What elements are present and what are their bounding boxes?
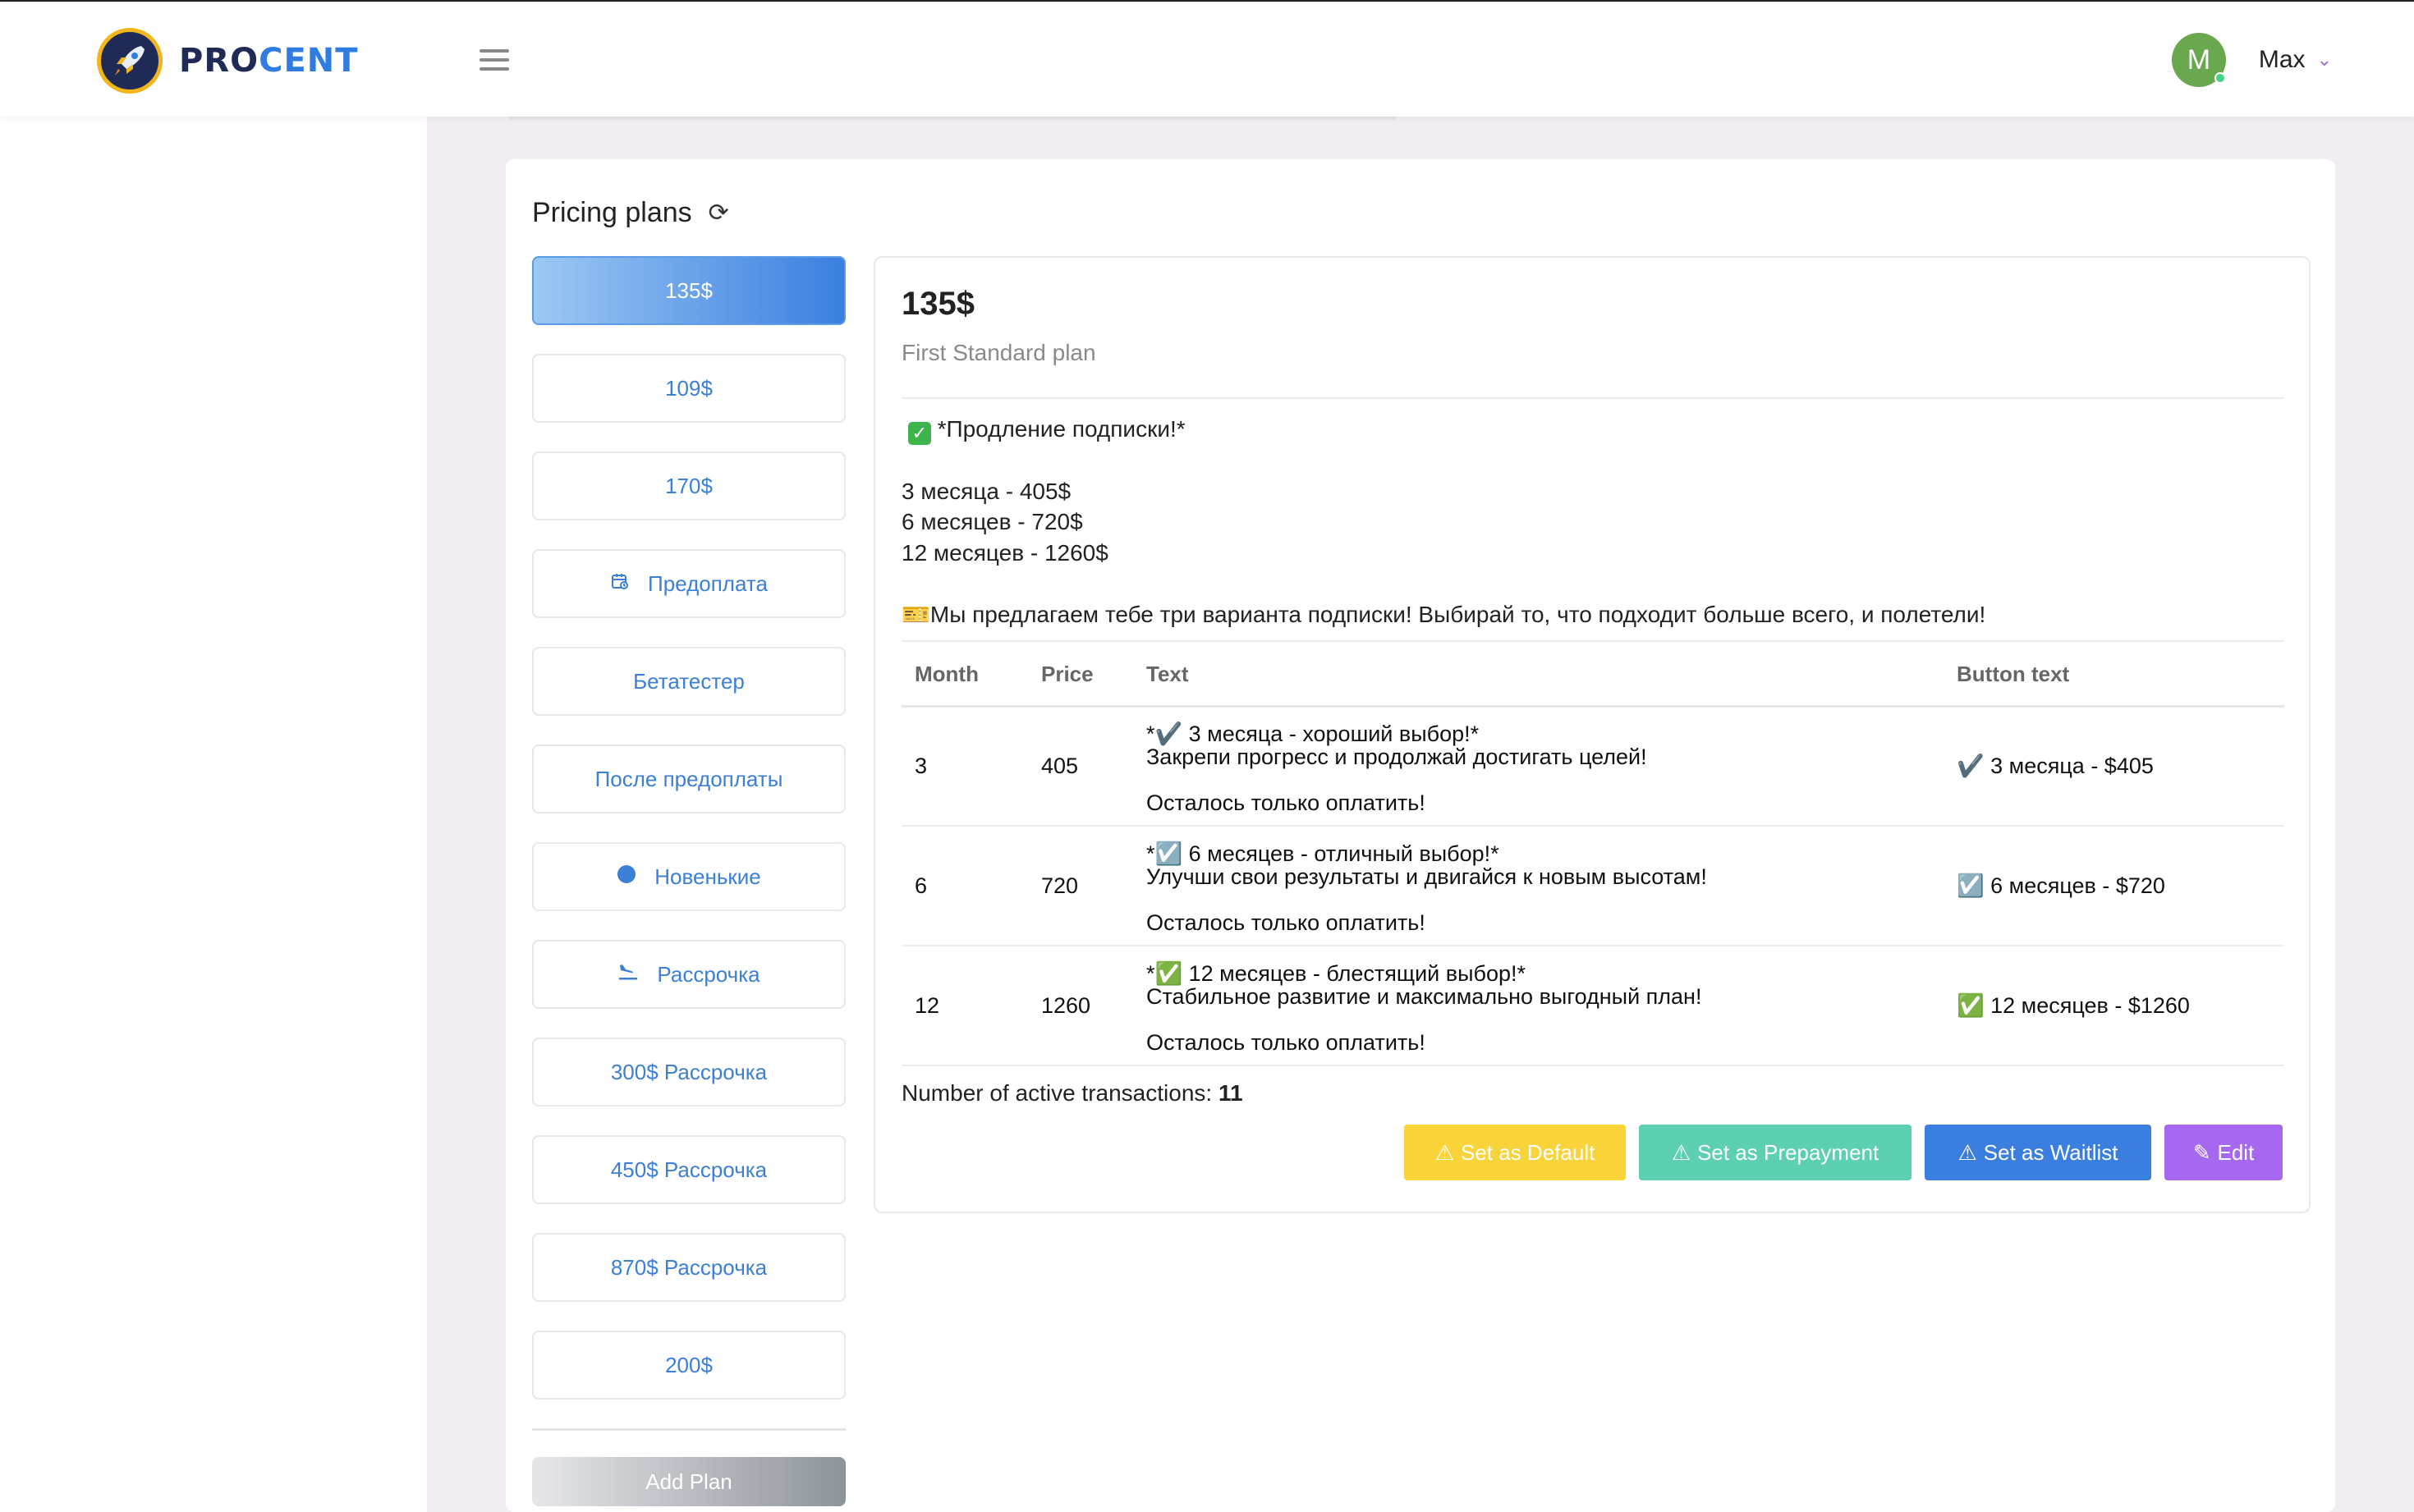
- plan-button-newcomers[interactable]: Новенькие: [532, 842, 846, 911]
- cell-button-text: ✔️ 3 месяца - $405: [1944, 706, 2284, 827]
- cell-text: *☑️ 6 месяцев - отличный выбор!* Улучши …: [1133, 826, 1944, 946]
- plan-description: ✓ *Продление подписки!* 3 месяца - 405$ …: [902, 416, 1986, 627]
- plan-price: 135$: [902, 286, 975, 322]
- plan-button-170[interactable]: 170$: [532, 451, 846, 520]
- set-as-prepayment-button[interactable]: ⚠ Set as Prepayment: [1639, 1125, 1911, 1180]
- user-menu[interactable]: M Max ⌄: [2171, 33, 2332, 87]
- refresh-icon[interactable]: ⟳: [709, 199, 729, 227]
- plan-list-divider: [532, 1428, 846, 1431]
- cell-month: 3: [902, 706, 1028, 827]
- online-status-dot: [2214, 72, 2226, 84]
- plan-button-870-installment[interactable]: 870$ Рассрочка: [532, 1233, 846, 1302]
- table-row: 12 1260 *✅ 12 месяцев - блестящий выбор!…: [902, 946, 2284, 1066]
- sidebar: [0, 117, 427, 1512]
- plan-button-prepayment[interactable]: Предоплата: [532, 549, 846, 618]
- table-row: 3 405 *✔️ 3 месяца - хороший выбор!* Зак…: [902, 706, 2284, 827]
- rocket-icon: [97, 28, 163, 94]
- pricing-plans-card: Pricing plans ⟳ 135$ 109$ 170$ Предоплат…: [506, 159, 2335, 1512]
- brand-logo[interactable]: PROCENT: [97, 28, 359, 94]
- plan-options-table: Month Price Text Button text 3 405 *✔️ 3…: [902, 644, 2284, 1066]
- plan-button-450-installment[interactable]: 450$ Рассрочка: [532, 1135, 846, 1204]
- column-header-button-text: Button text: [1944, 644, 2284, 708]
- plan-actions: ⚠ Set as Default ⚠ Set as Prepayment ⚠ S…: [1391, 1125, 2283, 1180]
- column-header-month: Month: [902, 644, 1028, 708]
- active-transactions-count: 11: [1218, 1080, 1243, 1106]
- plan-button-300-installment[interactable]: 300$ Рассрочка: [532, 1038, 846, 1107]
- set-as-default-button[interactable]: ⚠ Set as Default: [1404, 1125, 1626, 1180]
- column-header-price: Price: [1028, 644, 1133, 708]
- set-as-waitlist-button[interactable]: ⚠ Set as Waitlist: [1925, 1125, 2151, 1180]
- table-header-row: Month Price Text Button text: [902, 644, 2284, 708]
- divider: [902, 397, 2284, 399]
- cell-price: 720: [1028, 826, 1133, 946]
- check-mark-icon: ✓: [907, 422, 931, 445]
- cell-month: 6: [902, 826, 1028, 946]
- cell-button-text: ☑️ 6 месяцев - $720: [1944, 826, 2284, 946]
- plan-button-200[interactable]: 200$: [532, 1331, 846, 1400]
- card-title: Pricing plans ⟳: [532, 197, 729, 228]
- pencil-icon: ✎: [2192, 1139, 2211, 1165]
- menu-toggle-icon[interactable]: [480, 49, 509, 72]
- collapsed-panel-edge: [509, 117, 1396, 120]
- top-bar: PROCENT M Max ⌄: [0, 0, 2414, 117]
- airplane-landing-icon: [617, 962, 639, 987]
- plan-button-betatester[interactable]: Бетатестер: [532, 647, 846, 716]
- dot-icon: [617, 864, 636, 890]
- brand-name: PROCENT: [179, 42, 359, 80]
- warning-icon: ⚠: [1957, 1139, 1977, 1165]
- user-name: Max: [2258, 46, 2306, 73]
- plan-list: 135$ 109$ 170$ Предоплата Бетатестер Пос…: [532, 256, 846, 1506]
- column-header-text: Text: [1133, 644, 1944, 708]
- cell-text: *✅ 12 месяцев - блестящий выбор!* Стабил…: [1133, 946, 1944, 1066]
- edit-button[interactable]: ✎ Edit: [2164, 1125, 2283, 1180]
- avatar: M: [2171, 33, 2226, 87]
- cell-button-text: ✅ 12 месяцев - $1260: [1944, 946, 2284, 1066]
- chevron-down-icon: ⌄: [2316, 49, 2332, 70]
- table-row: 6 720 *☑️ 6 месяцев - отличный выбор!* У…: [902, 826, 2284, 946]
- plan-subtitle: First Standard plan: [902, 340, 1096, 365]
- plan-detail-panel: 135$ First Standard plan ✓ *Продление по…: [874, 256, 2311, 1213]
- plan-button-installment[interactable]: Рассрочка: [532, 940, 846, 1009]
- cell-price: 1260: [1028, 946, 1133, 1066]
- ticket-icon: 🎫: [902, 601, 930, 627]
- warning-icon: ⚠: [1434, 1139, 1454, 1165]
- calendar-icon: [610, 571, 630, 597]
- divider: [902, 640, 2284, 642]
- plan-button-135[interactable]: 135$: [532, 256, 846, 325]
- cell-price: 405: [1028, 706, 1133, 827]
- cell-month: 12: [902, 946, 1028, 1066]
- warning-icon: ⚠: [1671, 1139, 1691, 1165]
- plan-button-109[interactable]: 109$: [532, 354, 846, 423]
- active-transactions: Number of active transactions: 11: [902, 1080, 1243, 1106]
- cell-text: *✔️ 3 месяца - хороший выбор!* Закрепи п…: [1133, 706, 1944, 827]
- add-plan-button[interactable]: Add Plan: [532, 1457, 846, 1506]
- plan-button-after-prepayment[interactable]: После предоплаты: [532, 745, 846, 813]
